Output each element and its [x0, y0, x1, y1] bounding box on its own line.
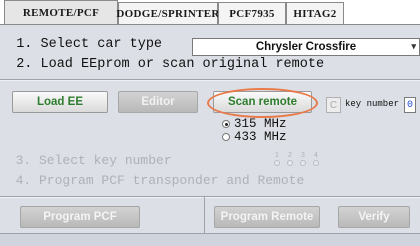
- step-2-label: 2. Load EEprom or scan original remote: [0, 57, 325, 72]
- tab-strip: REMOTE/PCF DODGE/SPRINTER PCF7935 HITAG2: [0, 0, 420, 24]
- key-number-label: key number: [345, 99, 400, 109]
- program-pcf-button[interactable]: Program PCF: [20, 206, 140, 228]
- c-button[interactable]: C: [326, 97, 341, 113]
- tab-pcf7935[interactable]: PCF7935: [218, 2, 286, 24]
- dropdown-arrow-icon[interactable]: ▾: [411, 41, 416, 52]
- key-radio-2[interactable]: 2: [287, 152, 293, 166]
- tab-dodge-sprinter[interactable]: DODGE/SPRINTER: [116, 2, 219, 24]
- key-select-radios: 1 2 3 4: [274, 152, 319, 166]
- key-radio-1[interactable]: 1: [274, 152, 280, 166]
- program-remote-button[interactable]: Program Remote: [214, 206, 320, 228]
- tab-hitag2[interactable]: HITAG2: [286, 2, 344, 24]
- key-radio-4[interactable]: 4: [313, 152, 319, 166]
- load-ee-button[interactable]: Load EE: [12, 91, 108, 113]
- step-3-label: 3. Select key number: [0, 153, 172, 168]
- tab-remote-pcf[interactable]: REMOTE/PCF: [4, 0, 118, 24]
- status-strip: [0, 233, 420, 246]
- freq-option-433[interactable]: 433 MHz: [222, 130, 287, 144]
- vertical-divider: [204, 197, 205, 233]
- radio-icon[interactable]: [300, 160, 306, 166]
- radio-icon[interactable]: [222, 133, 230, 141]
- radio-icon[interactable]: [313, 160, 319, 166]
- radio-icon[interactable]: [222, 120, 230, 128]
- freq-option-315[interactable]: 315 MHz: [222, 117, 287, 131]
- step-1-label: 1. Select car type: [0, 37, 163, 52]
- step-4-label: 4. Program PCF transponder and Remote: [0, 173, 305, 188]
- divider-bottom-highlight: [0, 197, 420, 198]
- editor-button[interactable]: Editor: [118, 91, 198, 113]
- car-type-value: Chrysler Crossfire: [255, 41, 357, 53]
- scan-remote-button[interactable]: Scan remote: [213, 91, 312, 113]
- car-type-select[interactable]: Chrysler Crossfire ▾: [192, 38, 420, 56]
- divider-top-highlight: [0, 80, 420, 81]
- key-radio-3[interactable]: 3: [300, 152, 306, 166]
- radio-icon[interactable]: [274, 160, 280, 166]
- verify-button[interactable]: Verify: [338, 206, 410, 228]
- radio-icon[interactable]: [287, 160, 293, 166]
- key-number-input[interactable]: 0: [404, 97, 416, 113]
